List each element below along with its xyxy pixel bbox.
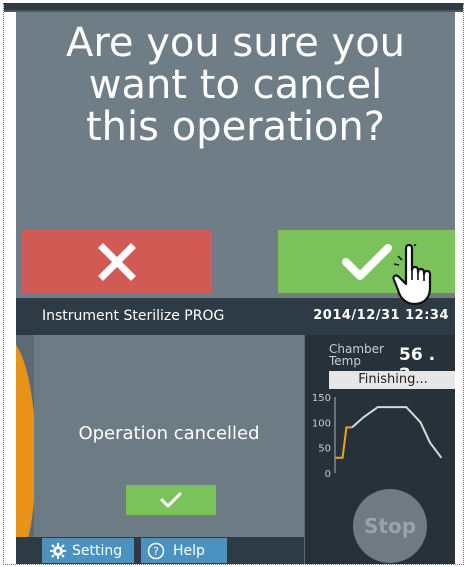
chart-tick-label: 150 [312, 393, 331, 404]
temperature-chart: 150 100 50 0 [312, 393, 443, 480]
chart-tick-label: 50 [318, 444, 331, 455]
footer-bar: Setting ? Help [16, 537, 304, 564]
program-title: Instrument Sterilize PROG [42, 308, 225, 324]
confirm-prompt: Are you sure you want to cancel this ope… [16, 22, 455, 148]
svg-text:?: ? [153, 545, 159, 558]
question-circle-icon: ? [147, 542, 165, 559]
phase-status: Finishing... [329, 371, 455, 389]
operation-message: Operation cancelled [78, 423, 260, 444]
datetime: 2014/12/31 12:34 [313, 308, 449, 323]
confirm-dialog: Are you sure you want to cancel this ope… [16, 12, 455, 298]
prompt-line: Are you sure you [65, 20, 406, 66]
help-button[interactable]: ? Help [141, 538, 227, 563]
stop-button[interactable]: Stop [353, 489, 427, 563]
checkmark-icon [341, 243, 392, 280]
top-strip [4, 3, 463, 12]
setting-label: Setting [72, 542, 123, 559]
chart-series-profile [351, 406, 443, 459]
checkmark-icon [160, 492, 182, 508]
chart-tick-label: 100 [312, 418, 331, 429]
chart-series-heating [335, 426, 353, 459]
prompt-line: want to cancel [88, 62, 383, 108]
ok-button[interactable] [126, 485, 216, 515]
status-screen: Instrument Sterilize PROG 2014/12/31 12:… [16, 298, 455, 564]
chart-tick-label: 0 [325, 469, 331, 480]
status-header: Instrument Sterilize PROG 2014/12/31 12:… [16, 298, 455, 335]
chamber-temp-label: Chamber Temp [329, 342, 384, 368]
pointing-hand-icon [392, 244, 432, 306]
temperature-panel: Chamber Temp 56 . 2℃ Finishing... 150100… [305, 335, 455, 564]
gear-icon [50, 542, 66, 559]
cancel-no-button[interactable] [22, 230, 212, 293]
orange-arc-decoration [16, 338, 36, 564]
prompt-line: this operation? [86, 104, 385, 150]
message-panel: Operation cancelled [34, 335, 304, 537]
x-icon [98, 242, 136, 281]
setting-button[interactable]: Setting [42, 538, 134, 563]
help-label: Help [173, 542, 205, 559]
